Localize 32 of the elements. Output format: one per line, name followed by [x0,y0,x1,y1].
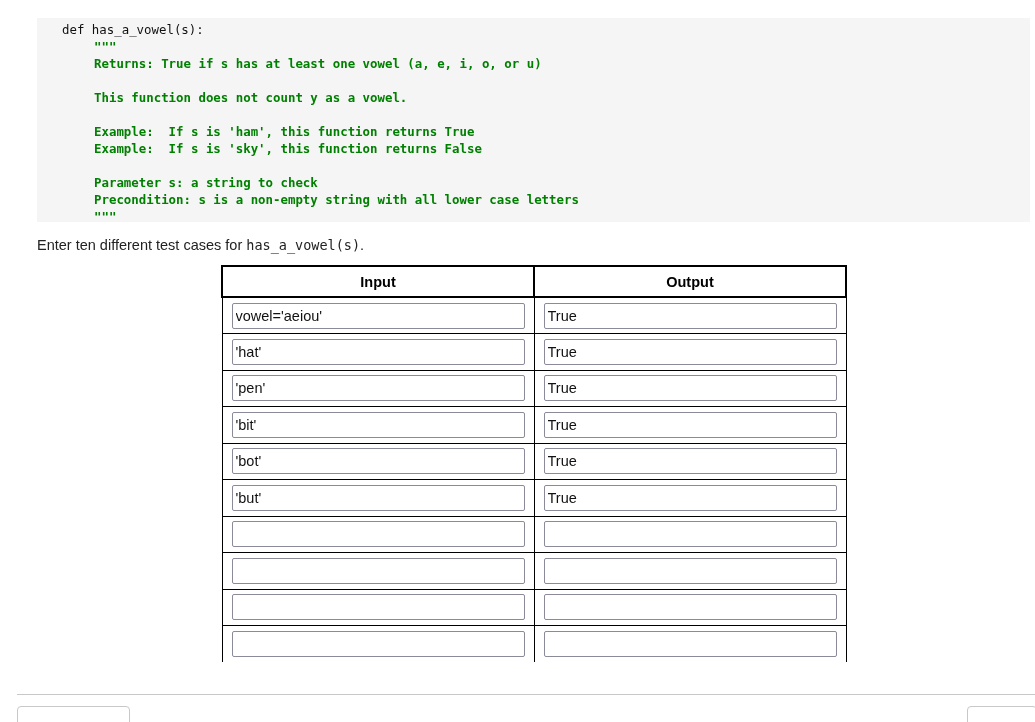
column-header: Input [222,266,534,297]
output-field[interactable]: True [543,484,837,511]
input-field[interactable]: 'bot' [231,448,525,475]
docstring-line: This function does not count y as a vowel. [94,89,409,106]
docstring-line: """ [94,38,118,55]
input-field[interactable] [231,631,525,657]
output-field[interactable]: True [543,448,837,475]
input-field[interactable]: 'hat' [231,338,525,365]
docstring-line: Example: If s is 'sky', this function returns False [94,140,483,157]
output-field[interactable]: True [543,302,837,329]
output-field[interactable] [543,557,837,584]
output-field[interactable] [543,521,837,548]
input-field[interactable] [231,594,525,621]
output-field[interactable] [543,631,837,657]
docstring-line: Parameter s: a string to check [94,174,319,191]
docstring-line: Example: If s is 'ham', this function returns True [94,123,476,140]
output-field[interactable]: True [543,375,837,402]
column-header: Output [534,266,846,297]
docstring-line: """ [94,208,118,225]
input-field[interactable]: vowel='aeiou' [231,302,525,329]
input-field[interactable] [231,557,525,584]
output-field[interactable] [543,594,837,621]
code-line: def has_a_vowel(s): [62,21,205,38]
input-field[interactable]: 'but' [231,484,525,511]
input-field[interactable]: 'bit' [231,411,525,438]
input-field[interactable]: 'pen' [231,375,525,402]
docstring-line: Precondition: s is a non-empty string with all lower case letters [94,191,580,208]
docstring-line: Returns: True if s has at least one vowel (a, e, i, o, or u) [94,55,543,72]
input-field[interactable] [231,521,525,548]
instruction-text: Enter ten different test cases for has_a_vowel(s). [37,237,366,256]
output-field[interactable]: True [543,338,837,365]
output-field[interactable]: True [543,411,837,438]
